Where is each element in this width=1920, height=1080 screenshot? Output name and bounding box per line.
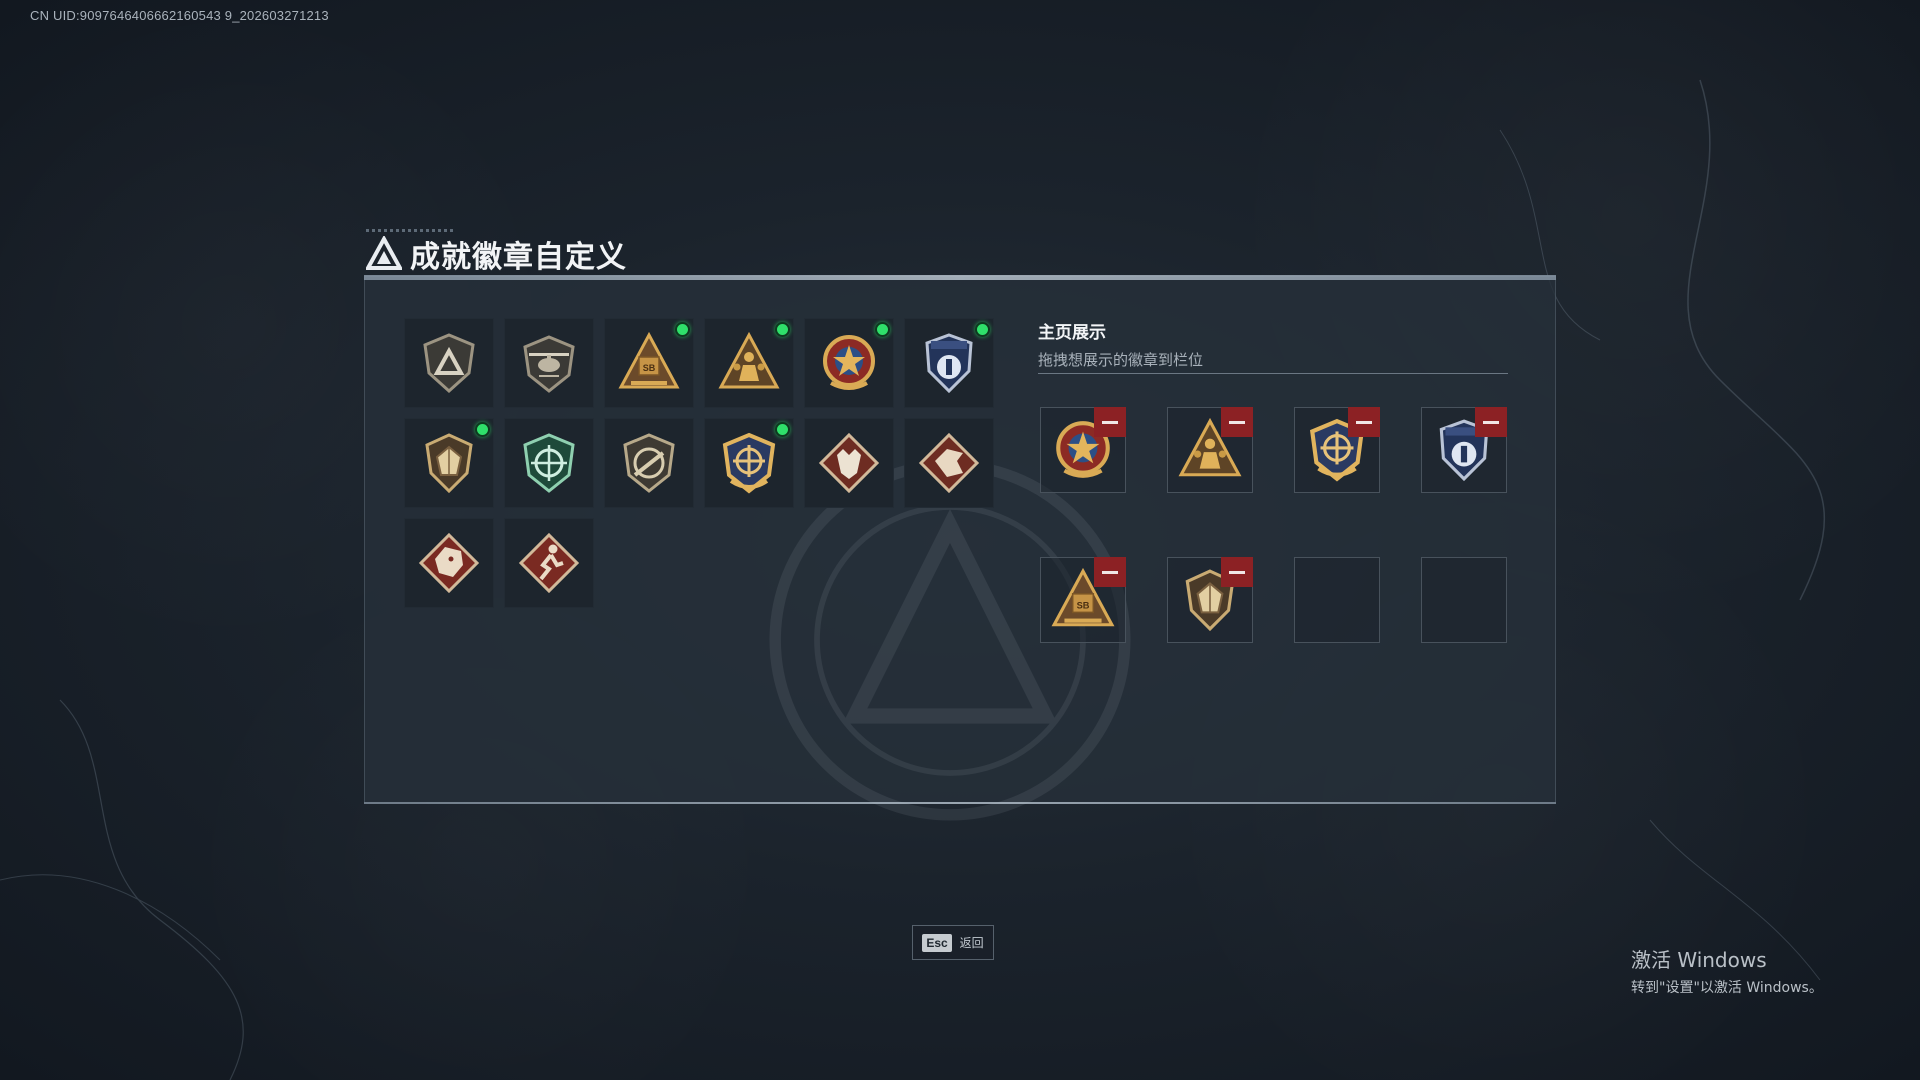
showcase-subtitle: 拖拽想展示的徽章到栏位 [1038,351,1204,369]
showcase-slot[interactable] [1040,407,1126,493]
showcase-slot[interactable] [1294,407,1380,493]
badge-collection-grid: SB [404,318,994,608]
showcase-slot[interactable] [1421,407,1507,493]
gold-crosshair-badge-icon [722,432,776,494]
dragon-diamond-badge-icon [918,432,980,494]
new-indicator-dot [875,322,890,337]
new-indicator-dot [675,322,690,337]
minus-icon [1102,420,1118,424]
remove-badge-button[interactable] [1094,407,1126,437]
uid-text: CN UID:9097646406662160543 9_20260327121… [30,8,329,23]
showcase-divider [1038,373,1508,374]
activation-title: 激活 Windows [1631,948,1767,972]
soldiers-triangle-badge-icon [718,331,780,389]
sb-triangle-badge-icon: SB [618,331,680,389]
badge-cell[interactable] [504,318,594,408]
minus-icon [1356,420,1372,424]
badge-cell[interactable] [404,418,494,508]
runner-diamond-badge-icon [518,532,580,594]
triangle-logo-icon [366,236,402,270]
new-indicator-dot [475,422,490,437]
dragon-red-diamond-badge-icon [418,532,480,594]
wolf-diamond-badge-icon [818,432,880,494]
minus-icon [1483,420,1499,424]
page-title: 成就徽章自定义 [410,240,627,275]
badge-cell[interactable] [904,318,994,408]
shield-triangle-icon [423,333,475,394]
badge-cell[interactable] [704,418,794,508]
new-indicator-dot [975,322,990,337]
new-indicator-dot [775,322,790,337]
showcase-slot[interactable]: SB [1040,557,1126,643]
rifle-shield-badge-icon [623,433,675,493]
back-label: 返回 [959,936,984,950]
green-crosshair-badge-icon [523,433,575,493]
badge-cell[interactable] [504,518,594,608]
badge-cell[interactable] [804,318,894,408]
new-indicator-dot [775,422,790,437]
gem-shield-badge-icon [425,433,473,494]
remove-badge-button[interactable] [1221,407,1253,437]
badge-cell[interactable] [404,518,494,608]
empty-showcase-slot[interactable] [1294,557,1380,643]
svg-text:SB: SB [1077,600,1090,610]
minus-icon [1229,570,1245,574]
blue-shield-badge-icon [925,333,973,394]
badge-cell[interactable] [504,418,594,508]
badge-cell[interactable] [704,318,794,408]
back-button[interactable]: Esc 返回 [912,925,994,960]
minus-icon [1229,420,1245,424]
badge-cell[interactable] [904,418,994,508]
minus-icon [1102,570,1118,574]
remove-badge-button[interactable] [1221,557,1253,587]
badge-cell[interactable]: SB [604,318,694,408]
remove-badge-button[interactable] [1475,407,1507,437]
remove-badge-button[interactable] [1094,557,1126,587]
remove-badge-button[interactable] [1348,407,1380,437]
badge-cell[interactable] [604,418,694,508]
svg-text:SB: SB [643,363,656,373]
showcase-title: 主页展示 [1038,323,1106,343]
page-header: 成就徽章自定义 [366,232,627,276]
star-medal-badge-icon [823,335,875,390]
esc-key-hint: Esc [922,933,952,952]
panel-top-bar [364,275,1556,280]
badge-cell[interactable] [804,418,894,508]
showcase-slot[interactable] [1167,557,1253,643]
helicopter-badge-icon [523,335,575,393]
showcase-slot[interactable] [1167,407,1253,493]
empty-showcase-slot[interactable] [1421,557,1507,643]
activation-subtitle: 转到"设置"以激活 Windows。 [1631,980,1823,996]
showcase-header: 主页展示 拖拽想展示的徽章到栏位 [1038,318,1508,370]
badge-cell[interactable] [404,318,494,408]
windows-activation-notice: 激活 Windows 转到"设置"以激活 Windows。 [1631,944,1823,997]
